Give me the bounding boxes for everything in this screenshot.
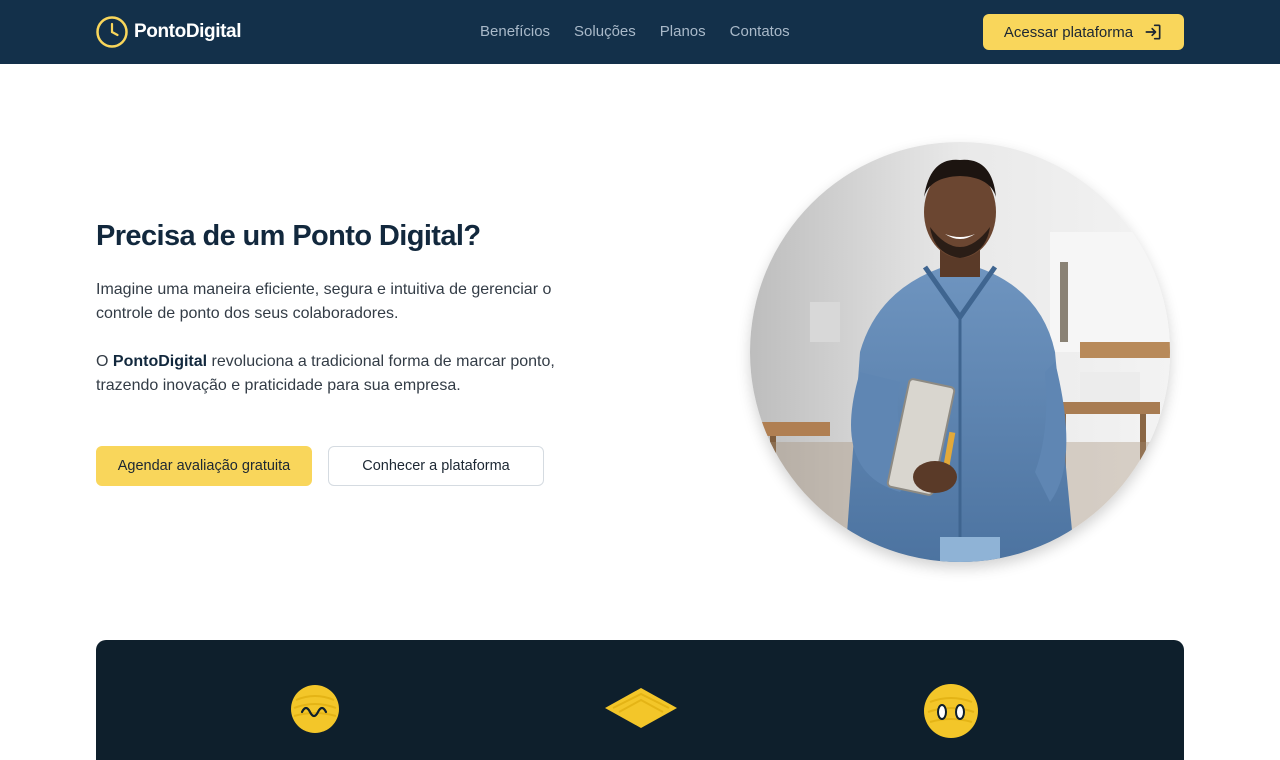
scribble-book-icon <box>605 688 677 728</box>
nav-link-planos[interactable]: Planos <box>660 20 706 44</box>
know-platform-button[interactable]: Conhecer a plataforma <box>328 446 544 486</box>
hero-brand-paragraph: O PontoDigital revoluciona a tradicional… <box>96 350 556 398</box>
features-panel <box>96 640 1184 760</box>
scribble-smiley-icon <box>924 684 978 738</box>
nav-link-beneficios[interactable]: Benefícios <box>480 20 550 44</box>
brand-logo[interactable]: PontoDigital <box>96 15 241 49</box>
navbar: PontoDigital Benefícios Soluções Planos … <box>0 0 1280 64</box>
scribble-face-icon <box>291 685 339 733</box>
hero-description: Imagine uma maneira eficiente, segura e … <box>96 281 552 322</box>
clock-icon <box>96 16 128 48</box>
login-icon <box>1145 24 1161 40</box>
nav-link-contatos[interactable]: Contatos <box>730 20 790 44</box>
man-with-notebook-illustration <box>750 142 1170 562</box>
hero-title: Precisa de um Ponto Digital? <box>96 220 481 252</box>
hero-photo <box>750 142 1170 562</box>
access-platform-label: Acessar plataforma <box>1003 23 1134 41</box>
nav-link-solucoes[interactable]: Soluções <box>574 20 636 44</box>
access-platform-button[interactable]: Acessar plataforma <box>983 14 1184 50</box>
schedule-evaluation-button[interactable]: Agendar avaliação gratuita <box>96 446 312 486</box>
brand-name: PontoDigital <box>134 21 242 42</box>
main-nav: Benefícios Soluções Planos Contatos <box>480 20 790 44</box>
hero-p2-brand: PontoDigital <box>112 353 208 370</box>
hero-p2-prefix: O <box>96 353 113 370</box>
